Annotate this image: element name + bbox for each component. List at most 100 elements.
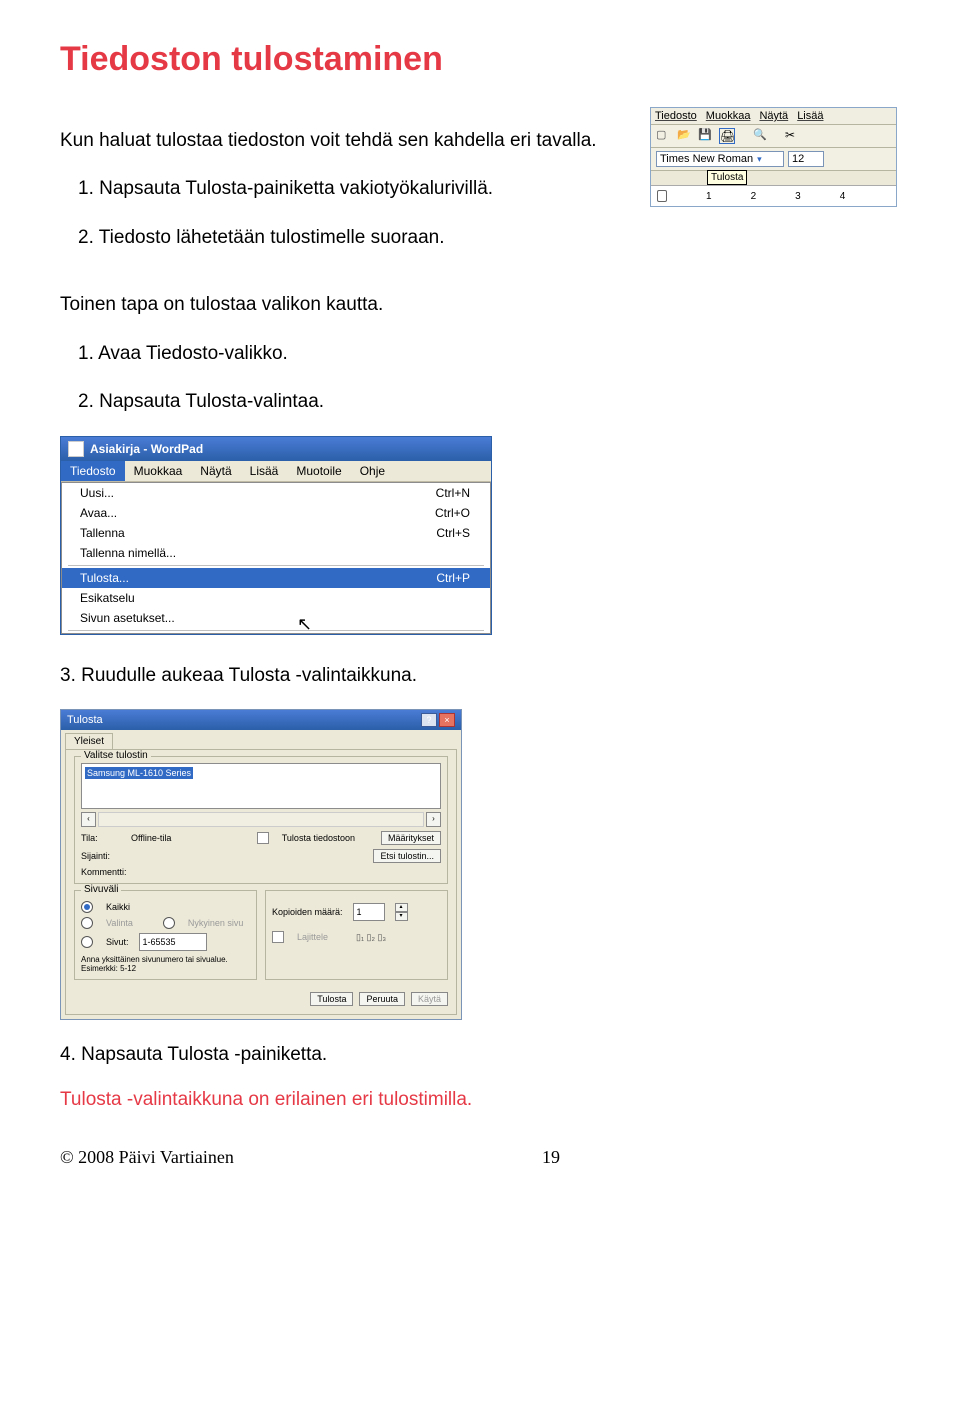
radio-all[interactable] xyxy=(81,901,93,913)
save-icon[interactable] xyxy=(698,128,712,142)
radio-label: Sivut: xyxy=(106,937,129,947)
separator xyxy=(68,565,484,566)
page-title: Tiedoston tulostaminen xyxy=(60,40,900,79)
menu-tiedosto[interactable]: Tiedosto xyxy=(61,461,125,481)
cut-icon[interactable] xyxy=(785,128,799,142)
ruler-mark: 2 xyxy=(751,191,757,202)
radio-label: Kaikki xyxy=(106,902,130,912)
status-label: Tila: xyxy=(81,833,121,843)
print-to-file-checkbox[interactable] xyxy=(257,832,269,844)
group-page-range: Sivuväli xyxy=(81,884,121,895)
print-dialog-screenshot: Tulosta ? × Yleiset Valitse tulostin Sam… xyxy=(60,709,462,1020)
ruler-mark: 1 xyxy=(706,191,712,202)
intro-text: Kun haluat tulostaa tiedoston voit tehdä… xyxy=(60,126,626,155)
menu-muotoile[interactable]: Muotoile xyxy=(287,461,350,481)
menu-item-save-as[interactable]: Tallenna nimellä... xyxy=(62,543,490,563)
step-a1: 1. Napsauta Tulosta-painiketta vakiotyök… xyxy=(78,174,626,203)
menu-muokkaa[interactable]: Muokkaa xyxy=(125,461,192,481)
menu-lisaa[interactable]: Lisää xyxy=(241,461,288,481)
step-a2: 2. Tiedosto lähetetään tulostimelle suor… xyxy=(78,223,626,252)
collate-checkbox[interactable] xyxy=(272,931,284,943)
printer-item[interactable]: Samsung ML-1610 Series xyxy=(85,767,193,779)
menu-item-label: Tulosta... xyxy=(80,571,129,585)
pages-hint: Anna yksittäinen sivunumero tai sivualue… xyxy=(81,955,250,973)
menu-item-preview[interactable]: Esikatselu xyxy=(62,588,490,608)
menu-tiedosto[interactable]: Tiedosto xyxy=(655,110,697,122)
find-printer-button[interactable]: Etsi tulostin... xyxy=(373,849,441,863)
font-size: 12 xyxy=(792,153,804,165)
ruler: 1 2 3 4 xyxy=(651,185,896,206)
scroll-left-button[interactable]: ‹ xyxy=(81,812,96,827)
print-to-file-label: Tulosta tiedostoon xyxy=(282,833,355,843)
copies-input[interactable] xyxy=(353,903,385,921)
wordpad-screenshot: Asiakirja - WordPad Tiedosto Muokkaa Näy… xyxy=(60,436,492,635)
copies-label: Kopioiden määrä: xyxy=(272,907,343,917)
pages-input[interactable] xyxy=(139,933,207,951)
group-select-printer: Valitse tulostin xyxy=(81,750,151,761)
menu-item-label: Sivun asetukset... xyxy=(80,611,175,625)
shortcut: Ctrl+P xyxy=(436,571,470,585)
help-button[interactable]: ? xyxy=(421,713,437,727)
tooltip: Tulosta xyxy=(707,170,747,185)
final-note: Tulosta -valintaikkuna on erilainen eri … xyxy=(60,1089,900,1111)
step3: 3. Ruudulle aukeaa Tulosta -valintaikkun… xyxy=(60,661,900,690)
new-icon[interactable] xyxy=(656,128,670,142)
preferences-button[interactable]: Määritykset xyxy=(381,831,441,845)
menu-item-save[interactable]: Tallenna Ctrl+S xyxy=(62,523,490,543)
print-button[interactable]: Tulosta xyxy=(310,992,353,1006)
radio-pages[interactable] xyxy=(81,936,93,948)
menu-item-open[interactable]: Avaa... Ctrl+O xyxy=(62,503,490,523)
radio-label: Nykyinen sivu xyxy=(188,918,244,928)
menu-item-page-setup[interactable]: Sivun asetukset... xyxy=(62,608,490,628)
menu-item-label: Tallenna nimellä... xyxy=(80,546,176,560)
app-icon xyxy=(68,441,84,457)
apply-button[interactable]: Käytä xyxy=(411,992,448,1006)
shortcut: Ctrl+O xyxy=(435,506,470,520)
copyright: © 2008 Päivi Vartiainen xyxy=(60,1147,234,1168)
middle-note: Toinen tapa on tulostaa valikon kautta. xyxy=(60,290,900,319)
step-b1: 1. Avaa Tiedosto-valikko. xyxy=(78,339,900,368)
menu-nayta[interactable]: Näytä xyxy=(759,110,788,122)
menu-item-label: Tallenna xyxy=(80,526,125,540)
status-value: Offline-tila xyxy=(131,833,171,843)
indent-marker-icon xyxy=(657,190,667,202)
find-icon[interactable] xyxy=(753,128,767,142)
toolbar-screenshot: Tiedosto Muokkaa Näytä Lisää Times New R… xyxy=(650,107,897,207)
menu-item-label: Esikatselu xyxy=(80,591,135,605)
window-title: Asiakirja - WordPad xyxy=(90,442,203,456)
menu-nayta[interactable]: Näytä xyxy=(191,461,240,481)
radio-label: Valinta xyxy=(106,918,133,928)
font-combo[interactable]: Times New Roman ▾ xyxy=(656,151,784,167)
menu-item-label: Avaa... xyxy=(80,506,117,520)
font-size-combo[interactable]: 12 xyxy=(788,151,824,167)
ruler-mark: 4 xyxy=(840,191,846,202)
menu-lisaa[interactable]: Lisää xyxy=(797,110,823,122)
ruler-mark: 3 xyxy=(795,191,801,202)
font-name: Times New Roman xyxy=(660,153,753,165)
step4: 4. Napsauta Tulosta -painiketta. xyxy=(60,1040,900,1069)
shortcut: Ctrl+N xyxy=(436,486,470,500)
tab-general[interactable]: Yleiset xyxy=(65,733,113,749)
dialog-title: Tulosta xyxy=(67,714,103,726)
chevron-down-icon: ▾ xyxy=(757,154,762,165)
menu-item-new[interactable]: Uusi... Ctrl+N xyxy=(62,483,490,503)
menu-item-label: Uusi... xyxy=(80,486,114,500)
menu-muokkaa[interactable]: Muokkaa xyxy=(706,110,751,122)
cancel-button[interactable]: Peruuta xyxy=(359,992,405,1006)
print-icon[interactable] xyxy=(719,128,735,144)
radio-current[interactable] xyxy=(163,917,175,929)
printer-listbox[interactable]: Samsung ML-1610 Series xyxy=(81,763,441,809)
open-icon[interactable] xyxy=(677,128,691,142)
scroll-right-button[interactable]: › xyxy=(426,812,441,827)
comment-label: Kommentti: xyxy=(81,867,121,877)
copies-spinner[interactable]: ▴▾ xyxy=(395,903,408,921)
step-b2: 2. Napsauta Tulosta-valintaa. xyxy=(78,387,900,416)
menu-item-print[interactable]: Tulosta... Ctrl+P xyxy=(62,568,490,588)
location-label: Sijainti: xyxy=(81,851,121,861)
scroll-track[interactable] xyxy=(98,812,424,827)
menu-ohje[interactable]: Ohje xyxy=(351,461,394,481)
separator xyxy=(68,630,484,631)
close-button[interactable]: × xyxy=(439,713,455,727)
radio-selection[interactable] xyxy=(81,917,93,929)
page-number: 19 xyxy=(542,1147,560,1168)
